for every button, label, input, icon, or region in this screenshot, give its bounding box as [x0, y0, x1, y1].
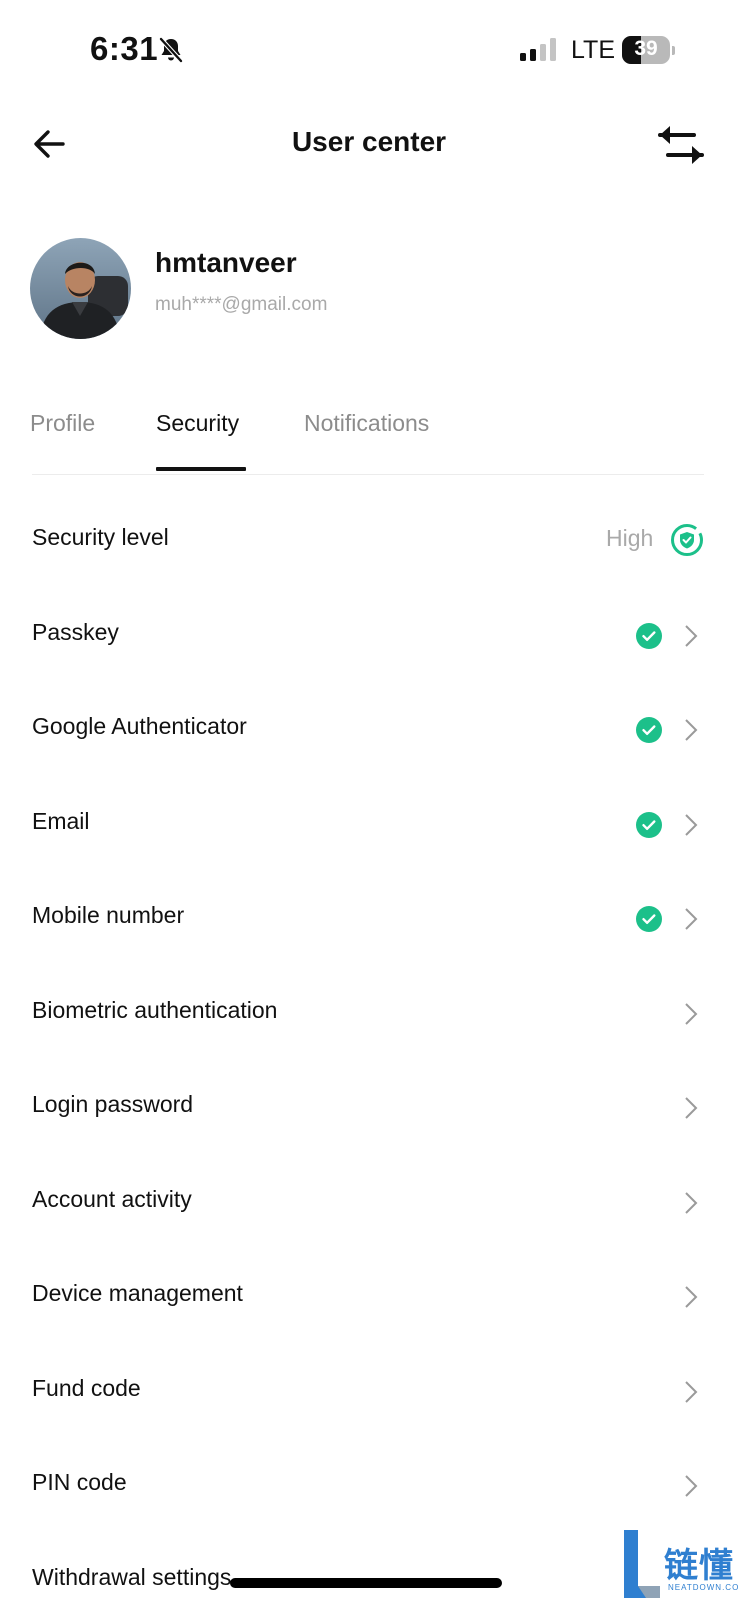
security-item-label: Email [32, 807, 90, 834]
check-circle-icon [636, 622, 662, 649]
chevron-right-icon [685, 1475, 698, 1497]
security-item-label: Passkey [32, 618, 119, 645]
security-item-label: Biometric authentication [32, 996, 278, 1023]
battery-percentage: 39 [634, 37, 658, 60]
security-list: Security level High Passkey Google Authe… [0, 493, 738, 1600]
active-tab-indicator [156, 467, 246, 471]
chevron-right-icon [685, 1191, 698, 1214]
security-item-pin-code[interactable]: PIN code [0, 1438, 738, 1533]
username: hmtanveer [155, 247, 297, 278]
security-item-label: Login password [32, 1091, 194, 1117]
check-circle-icon [636, 811, 662, 838]
security-item-label: Device management [32, 1280, 243, 1306]
status-time: 6:31 [90, 30, 159, 67]
signal-icon [520, 38, 556, 61]
status-bar: 6:31 LTE 39 [0, 0, 738, 100]
chevron-right-icon [685, 813, 698, 836]
security-level-value: High [606, 525, 654, 551]
chevron-right-icon [685, 624, 698, 647]
security-item-account-activity[interactable]: Account activity [0, 1155, 738, 1250]
security-item-label: Withdrawal settings [32, 1563, 232, 1590]
tab-security[interactable]: Security [156, 410, 239, 437]
chevron-right-icon [685, 1380, 698, 1403]
chevron-right-icon [685, 1286, 698, 1308]
security-item-email[interactable]: Email [0, 777, 738, 872]
security-item-label: Mobile number [32, 902, 185, 928]
battery-icon: 39 [622, 36, 675, 64]
security-item-fund-code[interactable]: Fund code [0, 1344, 738, 1439]
security-item-passkey[interactable]: Passkey [0, 588, 738, 683]
watermark-text-cn: 链懂 [664, 1546, 734, 1586]
tab-notifications[interactable]: Notifications [304, 410, 429, 437]
tabs-divider [32, 474, 704, 475]
chevron-right-icon [685, 1097, 698, 1119]
shield-check-icon [671, 524, 703, 556]
tab-profile[interactable]: Profile [30, 410, 95, 437]
header: User center [0, 110, 738, 180]
email-masked: muh****@gmail.com [155, 294, 328, 315]
watermark-l-icon [624, 1530, 660, 1598]
security-item-label: Google Authenticator [32, 713, 247, 739]
chevron-right-icon [685, 1002, 698, 1025]
security-level-label: Security level [32, 524, 169, 550]
security-item-mobile-number[interactable]: Mobile number [0, 871, 738, 966]
security-item-label: Fund code [32, 1374, 141, 1401]
network-type: LTE [571, 36, 615, 64]
chevron-right-icon [685, 719, 698, 741]
app-screen: 6:31 LTE 39 User center hmtanveer muh***… [0, 0, 738, 1600]
security-level-row[interactable]: Security level High [0, 493, 738, 588]
security-item-google-authenticator[interactable]: Google Authenticator [0, 682, 738, 777]
security-item-label: PIN code [32, 1469, 127, 1495]
security-item-biometric-authentication[interactable]: Biometric authentication [0, 966, 738, 1061]
chevron-right-icon [685, 908, 698, 930]
check-circle-icon [636, 717, 662, 743]
avatar[interactable] [30, 238, 131, 339]
page-title: User center [291, 126, 447, 157]
watermark-logo: 链懂 NEATDOWN.COM [622, 1528, 738, 1600]
watermark-text-en: NEATDOWN.COM [668, 1583, 738, 1592]
swap-arrows-icon[interactable] [658, 124, 704, 166]
home-indicator[interactable] [230, 1578, 502, 1588]
bell-off-icon [159, 37, 183, 63]
security-item-label: Account activity [32, 1185, 192, 1212]
tab-bar: Profile Security Notifications [0, 400, 738, 475]
security-item-login-password[interactable]: Login password [0, 1060, 738, 1155]
security-item-device-management[interactable]: Device management [0, 1249, 738, 1344]
check-circle-icon [636, 906, 662, 932]
